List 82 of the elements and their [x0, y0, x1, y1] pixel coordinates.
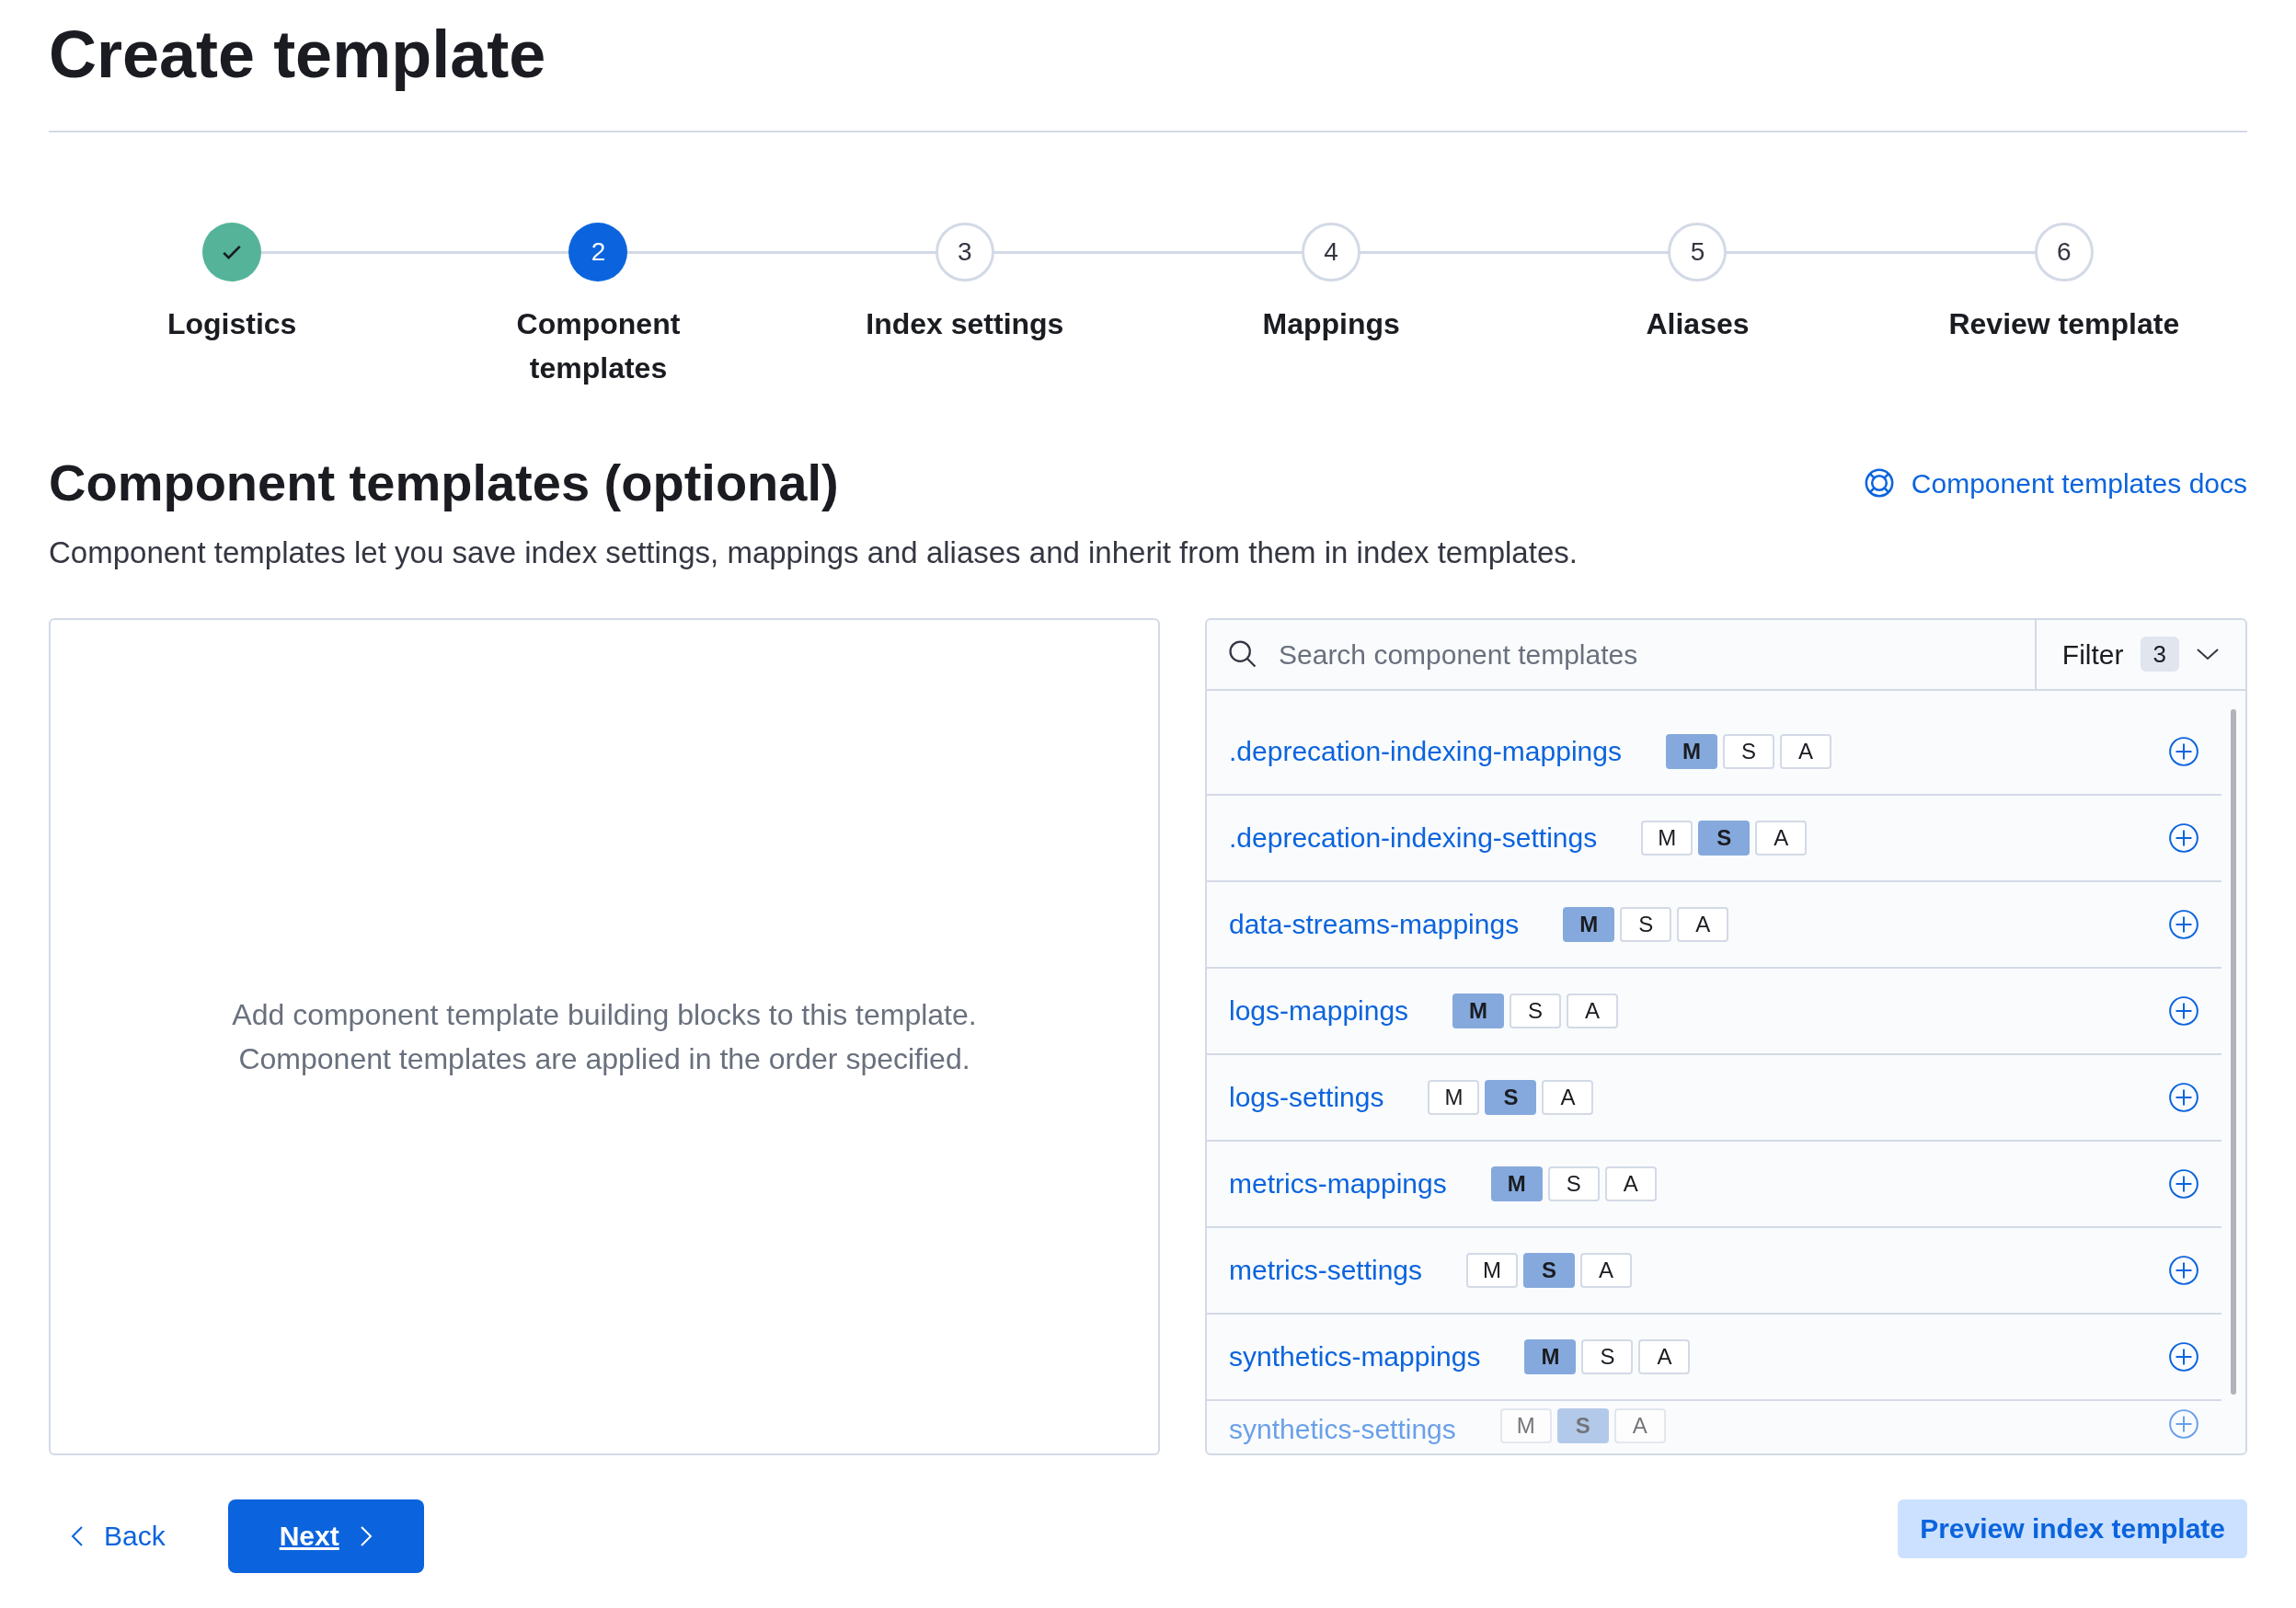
- step-label: Logistics: [166, 306, 298, 342]
- type-badge: M: [1452, 993, 1505, 1028]
- empty-state-text: Add component template building blocks to this template.: [232, 996, 977, 1033]
- search-field[interactable]: Search component templates: [1279, 633, 2015, 675]
- type-badge: A: [1604, 1166, 1657, 1201]
- page-title: Create template: [49, 17, 547, 93]
- empty-state-text: Component templates are applied in the order specified.: [238, 1040, 970, 1077]
- type-badge: A: [1542, 1079, 1594, 1115]
- step-label: Component templates: [515, 306, 682, 386]
- next-button[interactable]: Next: [227, 1499, 424, 1573]
- step-number: 2: [568, 223, 628, 281]
- step-label: Review template: [1947, 306, 2181, 342]
- step-number: 3: [935, 223, 994, 281]
- search-icon: [1227, 638, 1258, 670]
- type-badge: M: [1563, 906, 1615, 942]
- template-row[interactable]: synthetics-settings M S A: [1207, 1400, 2221, 1453]
- section-description: Component templates let you save index settings, mappings and aliases and inherit from them in index templates.: [49, 534, 1578, 571]
- add-icon[interactable]: [2168, 1081, 2199, 1113]
- type-badge: A: [1638, 1338, 1691, 1374]
- type-badge: A: [1567, 993, 1619, 1028]
- type-badge: S: [1698, 820, 1751, 856]
- step-label: Aliases: [1645, 306, 1751, 342]
- type-badge: M: [1490, 1166, 1543, 1201]
- type-badge: A: [1779, 733, 1831, 769]
- type-badge: S: [1547, 1166, 1600, 1201]
- type-badge: A: [1755, 820, 1808, 856]
- type-badge: M: [1665, 733, 1717, 769]
- chevron-right-icon: [359, 1524, 373, 1547]
- template-row[interactable]: metrics-settings M S A: [1207, 1227, 2221, 1315]
- type-badge: M: [1641, 820, 1693, 856]
- template-name[interactable]: .deprecation-indexing-settings: [1229, 817, 1598, 858]
- template-row[interactable]: data-streams-mappings M S A: [1207, 881, 2221, 969]
- type-badge: A: [1677, 906, 1729, 942]
- filter-button[interactable]: Filter 3: [2034, 619, 2245, 689]
- template-name[interactable]: metrics-settings: [1229, 1249, 1423, 1291]
- docs-link[interactable]: Component templates docs: [1863, 462, 2247, 504]
- template-name[interactable]: logs-settings: [1229, 1076, 1384, 1118]
- add-icon[interactable]: [2168, 994, 2199, 1027]
- add-icon[interactable]: [2168, 821, 2199, 854]
- template-name[interactable]: metrics-mappings: [1229, 1163, 1447, 1204]
- template-name[interactable]: synthetics-mappings: [1229, 1336, 1481, 1377]
- filter-count: 3: [2140, 637, 2179, 672]
- type-badge: S: [1485, 1079, 1537, 1115]
- template-name[interactable]: logs-mappings: [1229, 990, 1409, 1031]
- type-badge: A: [1613, 1407, 1666, 1443]
- add-icon[interactable]: [2168, 1167, 2199, 1200]
- template-row[interactable]: metrics-mappings M S A: [1207, 1141, 2221, 1228]
- add-icon[interactable]: [2168, 908, 2199, 940]
- step-label: Index settings: [865, 306, 1065, 342]
- template-name[interactable]: data-streams-mappings: [1229, 903, 1520, 945]
- step-number: 6: [2034, 223, 2094, 281]
- type-badge: S: [1556, 1407, 1609, 1443]
- chevron-left-icon: [71, 1524, 84, 1547]
- type-badge: M: [1524, 1338, 1577, 1374]
- template-row[interactable]: logs-mappings M S A: [1207, 968, 2221, 1055]
- template-row[interactable]: .deprecation-indexing-mappings M S A: [1207, 708, 2221, 796]
- section-title: Component templates (optional): [49, 453, 839, 513]
- type-badge: S: [1722, 733, 1774, 769]
- preview-button[interactable]: Preview index template: [1898, 1499, 2247, 1558]
- type-badge: S: [1620, 906, 1672, 942]
- add-icon[interactable]: [2168, 1254, 2199, 1286]
- type-badge: S: [1581, 1338, 1634, 1374]
- type-badge: M: [1428, 1079, 1480, 1115]
- step-number: 5: [1668, 223, 1728, 281]
- lifebuoy-icon: [1863, 467, 1895, 499]
- template-row[interactable]: logs-settings M S A: [1207, 1054, 2221, 1142]
- back-button[interactable]: Back: [49, 1499, 188, 1573]
- type-badge: S: [1510, 993, 1562, 1028]
- step-number: 4: [1302, 223, 1361, 281]
- scrollbar[interactable]: [2231, 708, 2236, 1395]
- type-badge: A: [1580, 1252, 1633, 1288]
- template-row[interactable]: synthetics-mappings M S A: [1207, 1314, 2221, 1401]
- add-icon[interactable]: [2168, 735, 2199, 767]
- step-label: Mappings: [1261, 306, 1401, 342]
- add-icon[interactable]: [2168, 1407, 2199, 1440]
- template-name[interactable]: .deprecation-indexing-mappings: [1229, 730, 1622, 772]
- add-icon[interactable]: [2168, 1340, 2199, 1373]
- type-badge: M: [1466, 1252, 1519, 1288]
- type-badge: M: [1499, 1407, 1552, 1443]
- type-badge: S: [1523, 1252, 1576, 1288]
- chevron-down-icon: [2196, 647, 2220, 661]
- template-row[interactable]: .deprecation-indexing-settings M S A: [1207, 795, 2221, 882]
